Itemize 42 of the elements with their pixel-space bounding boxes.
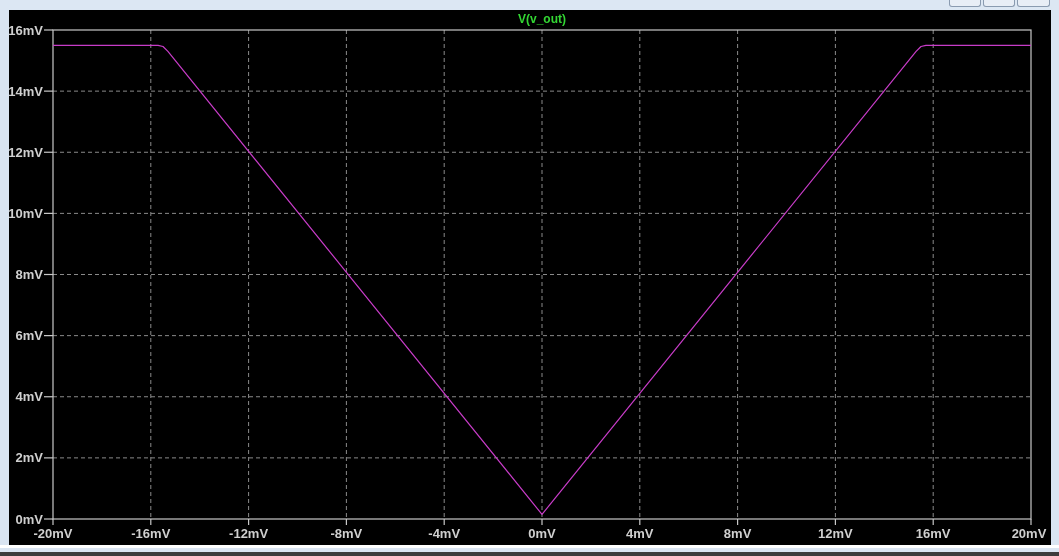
y-tick-label: 10mV xyxy=(9,205,43,221)
tick-mark xyxy=(43,212,54,214)
x-tick-label: -20mV xyxy=(33,526,73,541)
tick-mark xyxy=(737,518,739,526)
x-tick-label: 12mV xyxy=(818,526,853,541)
x-tick-label: -12mV xyxy=(229,526,269,541)
tick-mark xyxy=(43,335,54,337)
tick-mark xyxy=(932,518,934,526)
minimize-button[interactable] xyxy=(949,0,981,7)
tick-mark xyxy=(639,518,641,526)
tick-mark xyxy=(43,396,54,398)
maximize-button[interactable] xyxy=(983,0,1015,7)
tick-mark xyxy=(541,518,543,526)
tick-mark xyxy=(443,518,445,526)
y-tick-label: 12mV xyxy=(9,144,43,160)
tick-mark xyxy=(43,457,54,459)
x-tick-label: -8mV xyxy=(330,526,363,541)
y-tick-label: 4mV xyxy=(15,389,43,405)
x-tick-label: 20mV xyxy=(1011,526,1047,541)
y-tick-label: 16mV xyxy=(9,22,43,38)
tick-mark xyxy=(43,273,54,276)
tick-mark xyxy=(43,151,54,153)
tick-mark xyxy=(150,518,152,526)
tick-mark xyxy=(248,518,250,526)
x-tick-label: 0mV xyxy=(528,526,556,541)
y-tick-label: 8mV xyxy=(15,267,43,282)
x-tick-label: -4mV xyxy=(428,526,461,541)
close-button[interactable] xyxy=(1017,0,1050,7)
tick-mark xyxy=(834,518,836,526)
y-tick-label: 14mV xyxy=(9,83,43,99)
x-tick-label: 8mV xyxy=(723,526,752,541)
y-tick-label: 0mV xyxy=(15,511,43,527)
y-tick-label: 6mV xyxy=(15,328,43,344)
tick-mark xyxy=(43,90,54,92)
chart-title: V(v_out) xyxy=(518,12,566,26)
tick-mark xyxy=(345,518,347,526)
x-tick-label: -16mV xyxy=(131,526,171,541)
x-tick-label: 16mV xyxy=(915,526,951,541)
tick-mark xyxy=(43,29,54,31)
tick-mark xyxy=(1030,518,1032,526)
x-tick-label: 4mV xyxy=(626,526,654,541)
y-tick-label: 2mV xyxy=(15,450,43,466)
